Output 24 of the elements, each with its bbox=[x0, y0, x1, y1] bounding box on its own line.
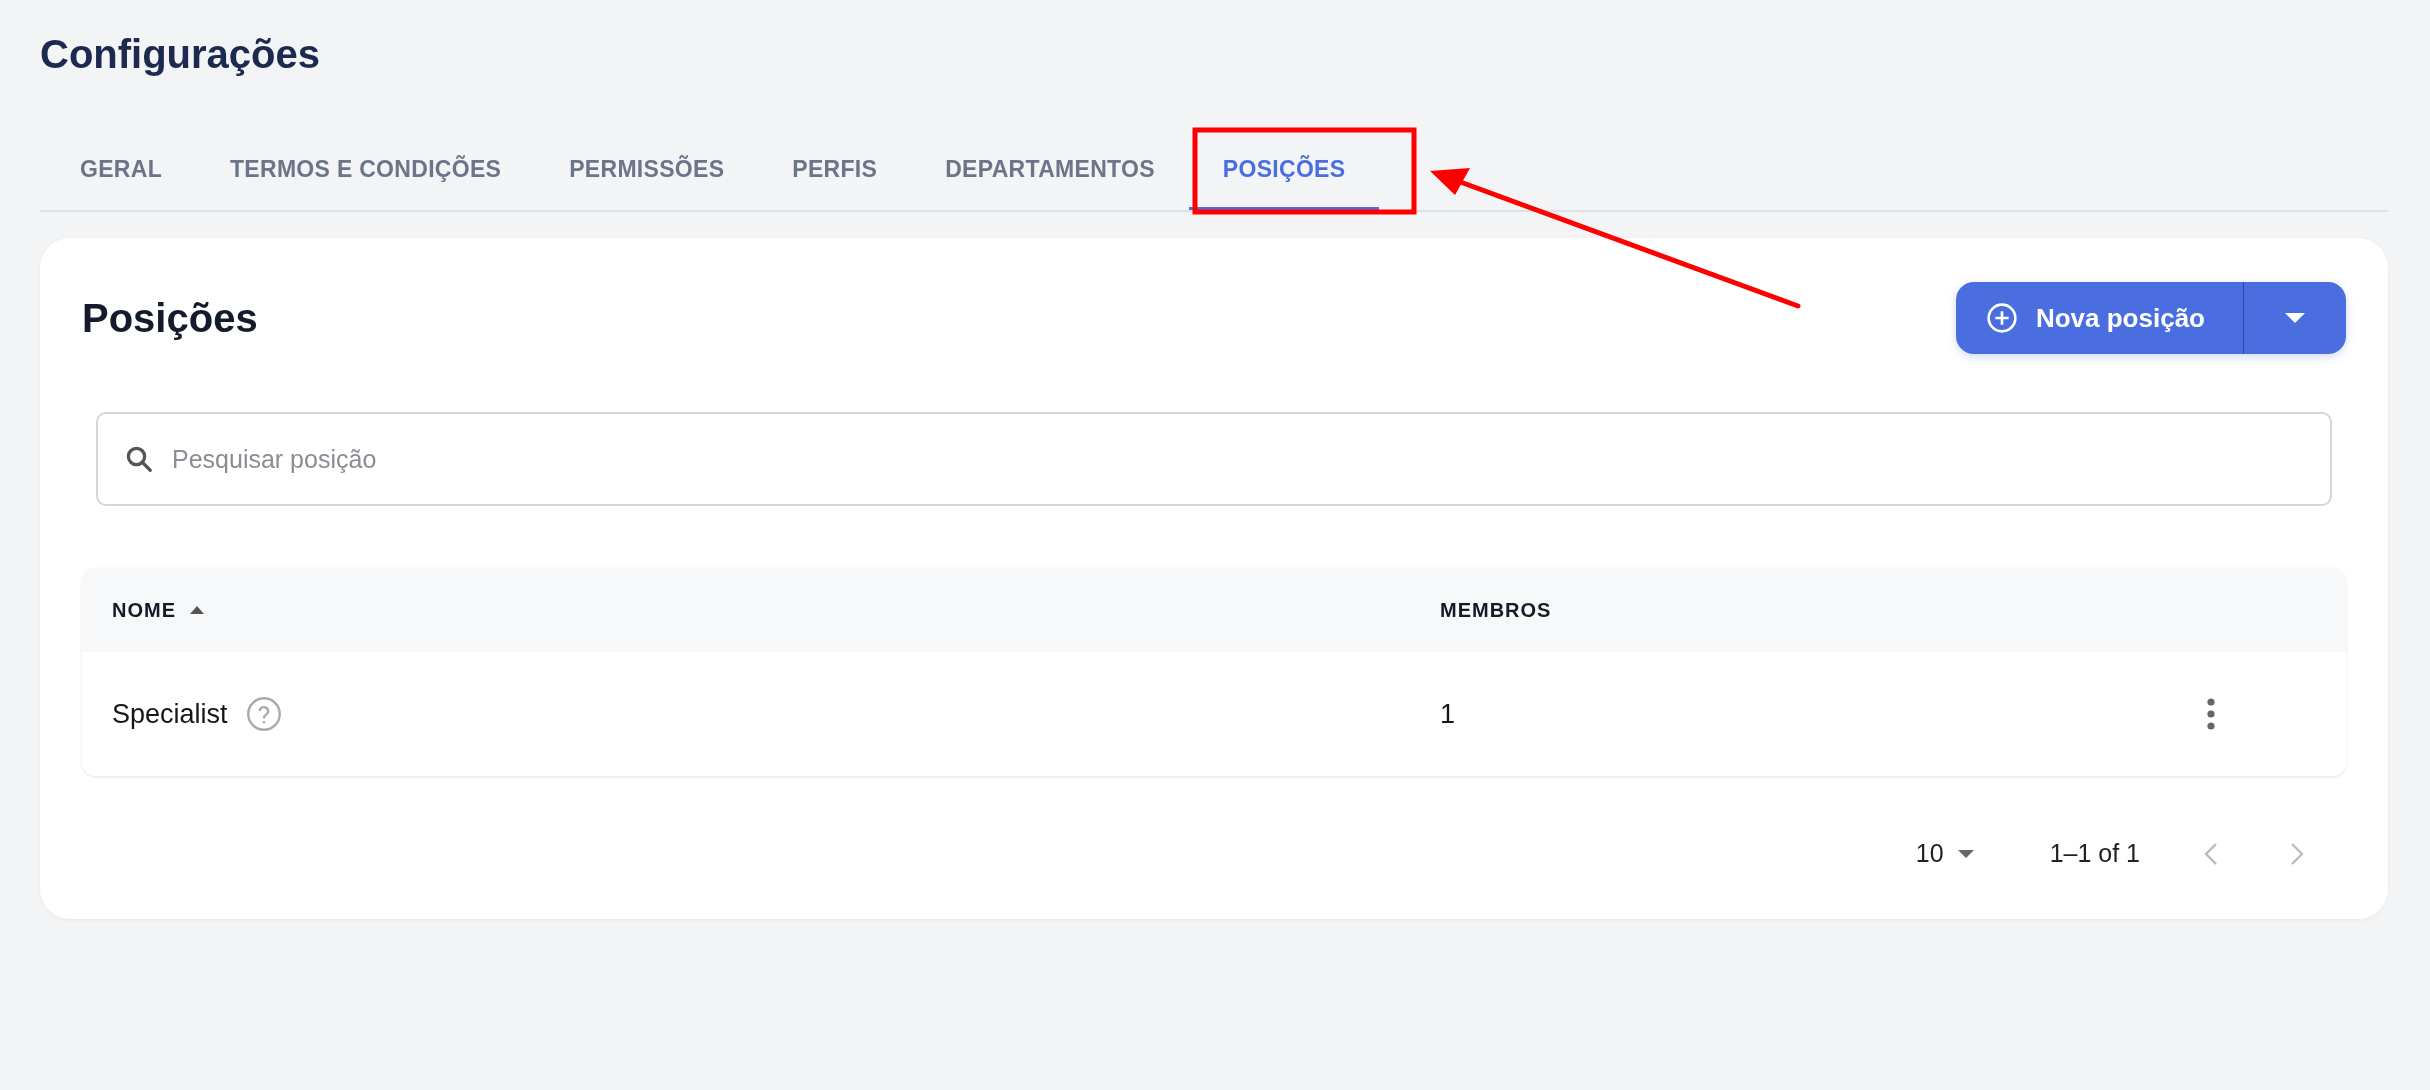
help-icon[interactable] bbox=[245, 696, 282, 732]
tab[interactable]: POSIÇÕES bbox=[1188, 132, 1380, 210]
search-icon bbox=[124, 444, 154, 474]
chevron-right-icon bbox=[2290, 841, 2304, 866]
table-cell-text: 1 bbox=[1440, 698, 1457, 730]
more-options-icon[interactable] bbox=[2206, 698, 2216, 730]
tab[interactable]: PERFIS bbox=[758, 132, 912, 210]
search-field[interactable]: Pesquisar posição bbox=[96, 412, 2332, 506]
plus-circle-icon bbox=[1985, 302, 2018, 334]
card-title: Posições bbox=[82, 295, 258, 341]
tab[interactable]: TERMOS E CONDIÇÕES bbox=[196, 132, 536, 210]
chevron-left-icon bbox=[2204, 841, 2218, 866]
new-position-button[interactable]: Nova posição bbox=[1955, 282, 2244, 354]
page-title: Configurações bbox=[40, 31, 322, 78]
tab[interactable]: DEPARTAMENTOS bbox=[911, 132, 1189, 210]
page-range: 1–1 of 1 bbox=[2049, 839, 2140, 868]
tab[interactable]: GERAL bbox=[40, 132, 196, 210]
column-header[interactable]: MEMBROS bbox=[1440, 598, 2206, 622]
column-header[interactable]: NOME bbox=[112, 598, 1440, 622]
caret-icon bbox=[2285, 313, 2305, 323]
table-cell: Specialist bbox=[112, 698, 228, 730]
rows-per-page-select[interactable]: 10 bbox=[1909, 838, 1980, 869]
tab[interactable]: PERMISSÕES bbox=[535, 132, 759, 210]
caret-icon bbox=[1957, 849, 1974, 858]
